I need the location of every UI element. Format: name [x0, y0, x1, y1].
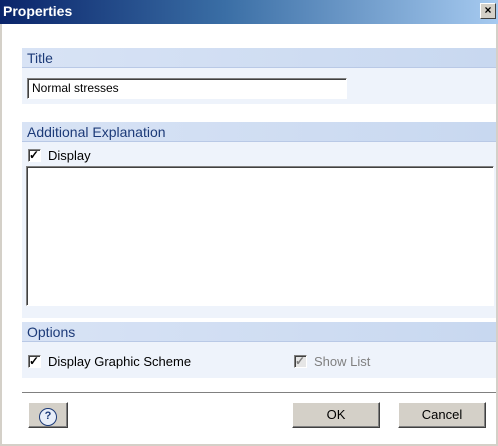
- title-section-header: Title: [22, 48, 496, 68]
- ok-button[interactable]: OK: [292, 402, 380, 428]
- help-icon: ?: [39, 408, 57, 426]
- display-checkbox[interactable]: ✓: [28, 148, 41, 162]
- display-label: Display: [48, 148, 91, 163]
- cancel-button[interactable]: Cancel: [398, 402, 486, 428]
- close-button[interactable]: ×: [480, 3, 496, 19]
- options-section: Options ✓ Display Graphic Scheme ✓ Show …: [22, 322, 496, 378]
- close-icon: ×: [484, 3, 492, 17]
- check-mark-icon: ✓: [295, 354, 306, 368]
- explanation-section: Additional Explanation ✓ Display: [22, 122, 496, 318]
- title-section: Title Normal stresses: [22, 48, 496, 104]
- show-list-label: Show List: [314, 354, 371, 369]
- show-list-checkbox[interactable]: ✓: [294, 354, 307, 368]
- properties-dialog: Properties × Title Normal stresses Addit…: [0, 0, 498, 446]
- dialog-body: Title Normal stresses Additional Explana…: [2, 24, 496, 444]
- display-graphic-scheme-checkbox[interactable]: ✓: [28, 354, 41, 368]
- check-mark-icon: ✓: [29, 148, 40, 162]
- explanation-textarea[interactable]: [26, 166, 494, 306]
- title-bar[interactable]: Properties ×: [0, 0, 498, 24]
- display-graphic-scheme-label: Display Graphic Scheme: [48, 354, 192, 369]
- title-input-value: Normal stresses: [32, 81, 119, 95]
- window-title: Properties: [3, 3, 73, 19]
- footer-separator: [22, 392, 496, 394]
- title-section-label: Title: [27, 50, 53, 66]
- help-button[interactable]: ?: [28, 402, 68, 428]
- title-input[interactable]: Normal stresses: [27, 78, 347, 99]
- explanation-section-header: Additional Explanation: [22, 122, 496, 142]
- explanation-section-label: Additional Explanation: [27, 124, 166, 140]
- options-section-label: Options: [27, 324, 76, 340]
- options-section-header: Options: [22, 322, 496, 342]
- check-mark-icon: ✓: [29, 354, 40, 368]
